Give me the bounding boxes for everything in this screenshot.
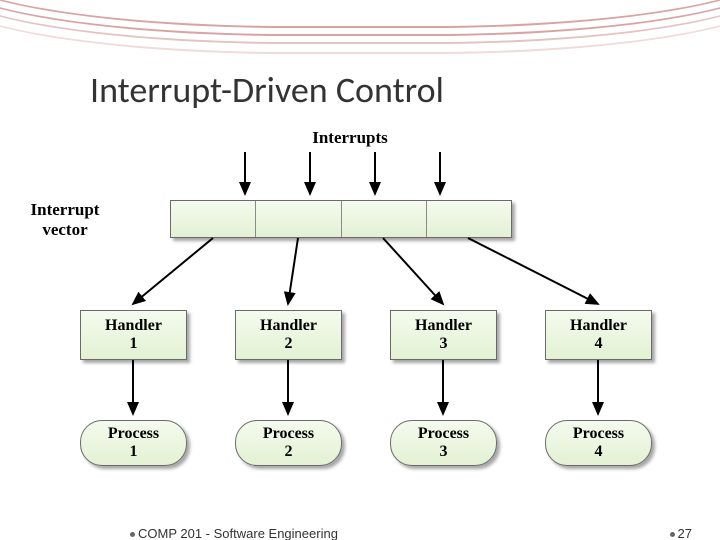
handler-box-1: Handler 1 <box>80 310 187 360</box>
footer-left: COMP 201 - Software Engineering <box>138 526 338 540</box>
handler-box-3: Handler 3 <box>390 310 497 360</box>
handler-box-2: Handler 2 <box>235 310 342 360</box>
process-box-4: Process 4 <box>545 420 652 466</box>
interrupt-vector-label: Interrupt vector <box>20 200 110 240</box>
bullet-icon <box>130 532 135 537</box>
decor-ribbon <box>0 0 720 54</box>
process-box-2: Process 2 <box>235 420 342 466</box>
slide-title: Interrupt-Driven Control <box>90 68 444 112</box>
footer-page-number: 27 <box>678 526 692 540</box>
bullet-icon <box>670 532 675 537</box>
handler-box-4: Handler 4 <box>545 310 652 360</box>
interrupts-label: Interrupts <box>290 128 410 148</box>
process-box-3: Process 3 <box>390 420 497 466</box>
process-box-1: Process 1 <box>80 420 187 466</box>
interrupt-vector-bar <box>170 200 512 238</box>
diagram: Interrupts Interrupt vector Handler 1 Ha… <box>20 120 700 490</box>
